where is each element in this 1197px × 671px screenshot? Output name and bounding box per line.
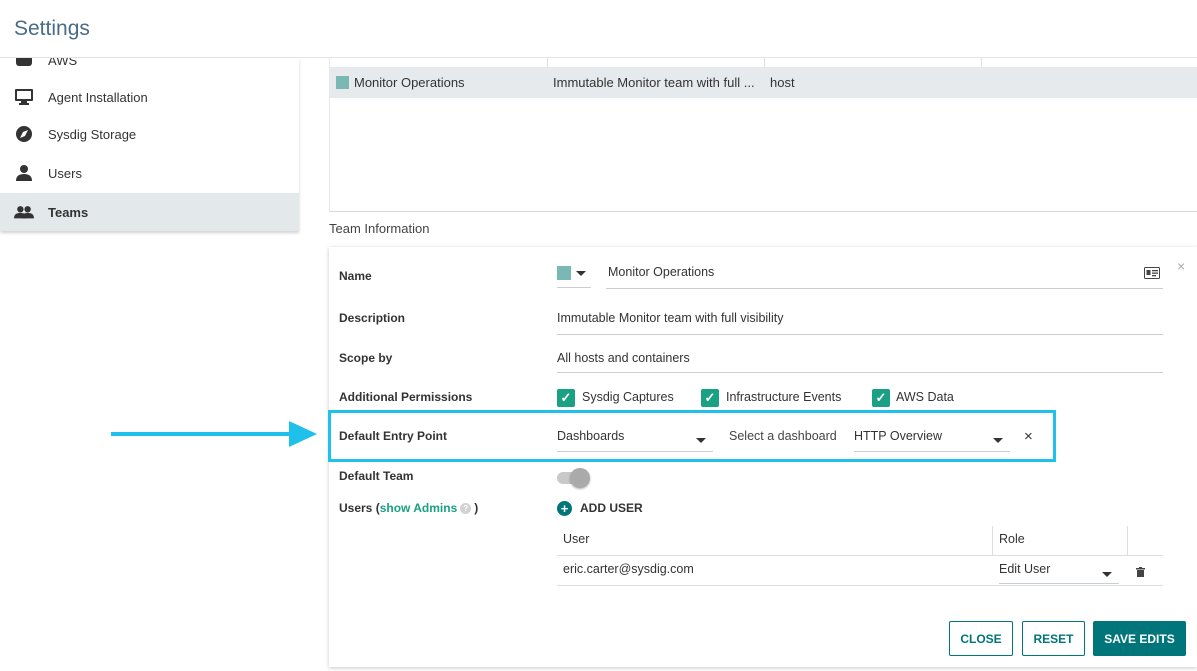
- entry-point-label: Default Entry Point: [339, 429, 448, 443]
- name-label: Name: [339, 269, 372, 283]
- monitor-icon: [14, 87, 34, 107]
- field-underline: [854, 451, 1010, 452]
- field-underline: [557, 334, 1163, 335]
- row-divider: [557, 585, 1163, 586]
- chevron-down-icon: [1102, 572, 1112, 577]
- sysdig-captures-checkbox[interactable]: ✓: [557, 389, 575, 407]
- team-description-cell: Immutable Monitor team with full ...: [553, 75, 755, 90]
- field-underline: [557, 287, 591, 288]
- sidebar: AWS Agent Installation Sysdig Storage Us…: [0, 58, 299, 231]
- role-value: Edit User: [999, 562, 1051, 576]
- group-icon: [14, 202, 34, 222]
- users-label: Users (show Admins?): [339, 501, 478, 515]
- users-label-prefix: Users (: [339, 501, 380, 515]
- storage-icon: [14, 124, 34, 144]
- field-underline: [999, 583, 1119, 584]
- help-icon[interactable]: ?: [460, 503, 472, 515]
- sidebar-item-sysdig-storage[interactable]: Sysdig Storage: [0, 115, 299, 153]
- description-label: Description: [339, 311, 406, 325]
- chevron-down-icon: [696, 438, 706, 443]
- add-circle-icon: +: [557, 501, 572, 516]
- users-table: User Role eric.carter@sysdig.com Edit Us…: [557, 526, 1163, 586]
- entry-point-value: Dashboards: [557, 429, 625, 443]
- team-color-swatch: [557, 266, 571, 280]
- sidebar-item-label: AWS: [48, 58, 78, 68]
- scope-value: All hosts and containers: [557, 351, 690, 365]
- sidebar-item-label: Sysdig Storage: [48, 126, 137, 142]
- checkbox-label: Infrastructure Events: [726, 390, 842, 404]
- sidebar-item-teams[interactable]: Teams: [0, 193, 299, 231]
- scope-label: Scope by: [339, 351, 393, 365]
- id-card-icon[interactable]: [1144, 267, 1160, 282]
- callout-arrow: [111, 432, 291, 436]
- sidebar-item-agent-installation[interactable]: Agent Installation: [0, 78, 299, 116]
- clear-icon[interactable]: ×: [1024, 428, 1033, 445]
- checkbox-label: AWS Data: [896, 390, 954, 404]
- aws-data-checkbox[interactable]: ✓: [872, 389, 890, 407]
- teams-table: Monitor Operations Immutable Monitor tea…: [329, 58, 1197, 212]
- sidebar-item-label: Users: [48, 165, 82, 181]
- sidebar-item-users[interactable]: Users: [0, 154, 299, 192]
- page-header: Settings: [0, 0, 1197, 58]
- team-name-cell: Monitor Operations: [354, 75, 465, 90]
- user-icon: [14, 163, 34, 183]
- default-team-label: Default Team: [339, 469, 414, 483]
- table-row[interactable]: Monitor Operations Immutable Monitor tea…: [330, 67, 1197, 98]
- aws-icon: [14, 58, 34, 70]
- save-edits-button[interactable]: SAVE EDITS: [1093, 621, 1186, 656]
- arrow-right-icon: [289, 421, 317, 447]
- chevron-down-icon: [993, 438, 1003, 443]
- column-divider: [1127, 526, 1128, 555]
- column-divider: [992, 526, 993, 555]
- section-title: Team Information: [329, 221, 430, 236]
- field-underline: [557, 451, 713, 452]
- users-label-suffix: ): [474, 501, 479, 515]
- add-user-label: ADD USER: [580, 501, 643, 515]
- team-color-swatch: [336, 76, 349, 89]
- select-dashboard-label: Select a dashboard: [729, 429, 837, 443]
- column-header-role: Role: [999, 532, 1025, 546]
- permissions-label: Additional Permissions: [339, 390, 473, 404]
- sidebar-item-aws[interactable]: AWS: [0, 58, 299, 79]
- team-scope-cell: host: [770, 75, 795, 90]
- close-icon[interactable]: ×: [1177, 258, 1185, 274]
- description-value: Immutable Monitor team with full visibil…: [557, 311, 784, 325]
- toggle-knob: [570, 468, 590, 488]
- show-admins-link[interactable]: show Admins: [380, 501, 458, 515]
- sidebar-item-label: Agent Installation: [48, 89, 148, 105]
- field-underline: [557, 372, 1163, 373]
- page-title: Settings: [14, 17, 90, 40]
- sidebar-item-label: Teams: [48, 204, 89, 220]
- column-divider: [547, 58, 548, 67]
- trash-icon[interactable]: [1136, 565, 1145, 580]
- user-email-cell: eric.carter@sysdig.com: [563, 562, 694, 576]
- team-name-value: Monitor Operations: [608, 265, 715, 279]
- column-header-user: User: [563, 532, 590, 546]
- reset-button[interactable]: RESET: [1022, 621, 1085, 656]
- infrastructure-events-checkbox[interactable]: ✓: [701, 389, 719, 407]
- field-underline: [606, 288, 1163, 289]
- chevron-down-icon: [576, 271, 586, 276]
- column-divider: [981, 58, 982, 67]
- close-button[interactable]: CLOSE: [949, 621, 1013, 656]
- column-divider: [764, 58, 765, 67]
- checkbox-label: Sysdig Captures: [582, 390, 674, 404]
- dashboard-value: HTTP Overview: [854, 429, 942, 443]
- row-divider: [557, 555, 1163, 556]
